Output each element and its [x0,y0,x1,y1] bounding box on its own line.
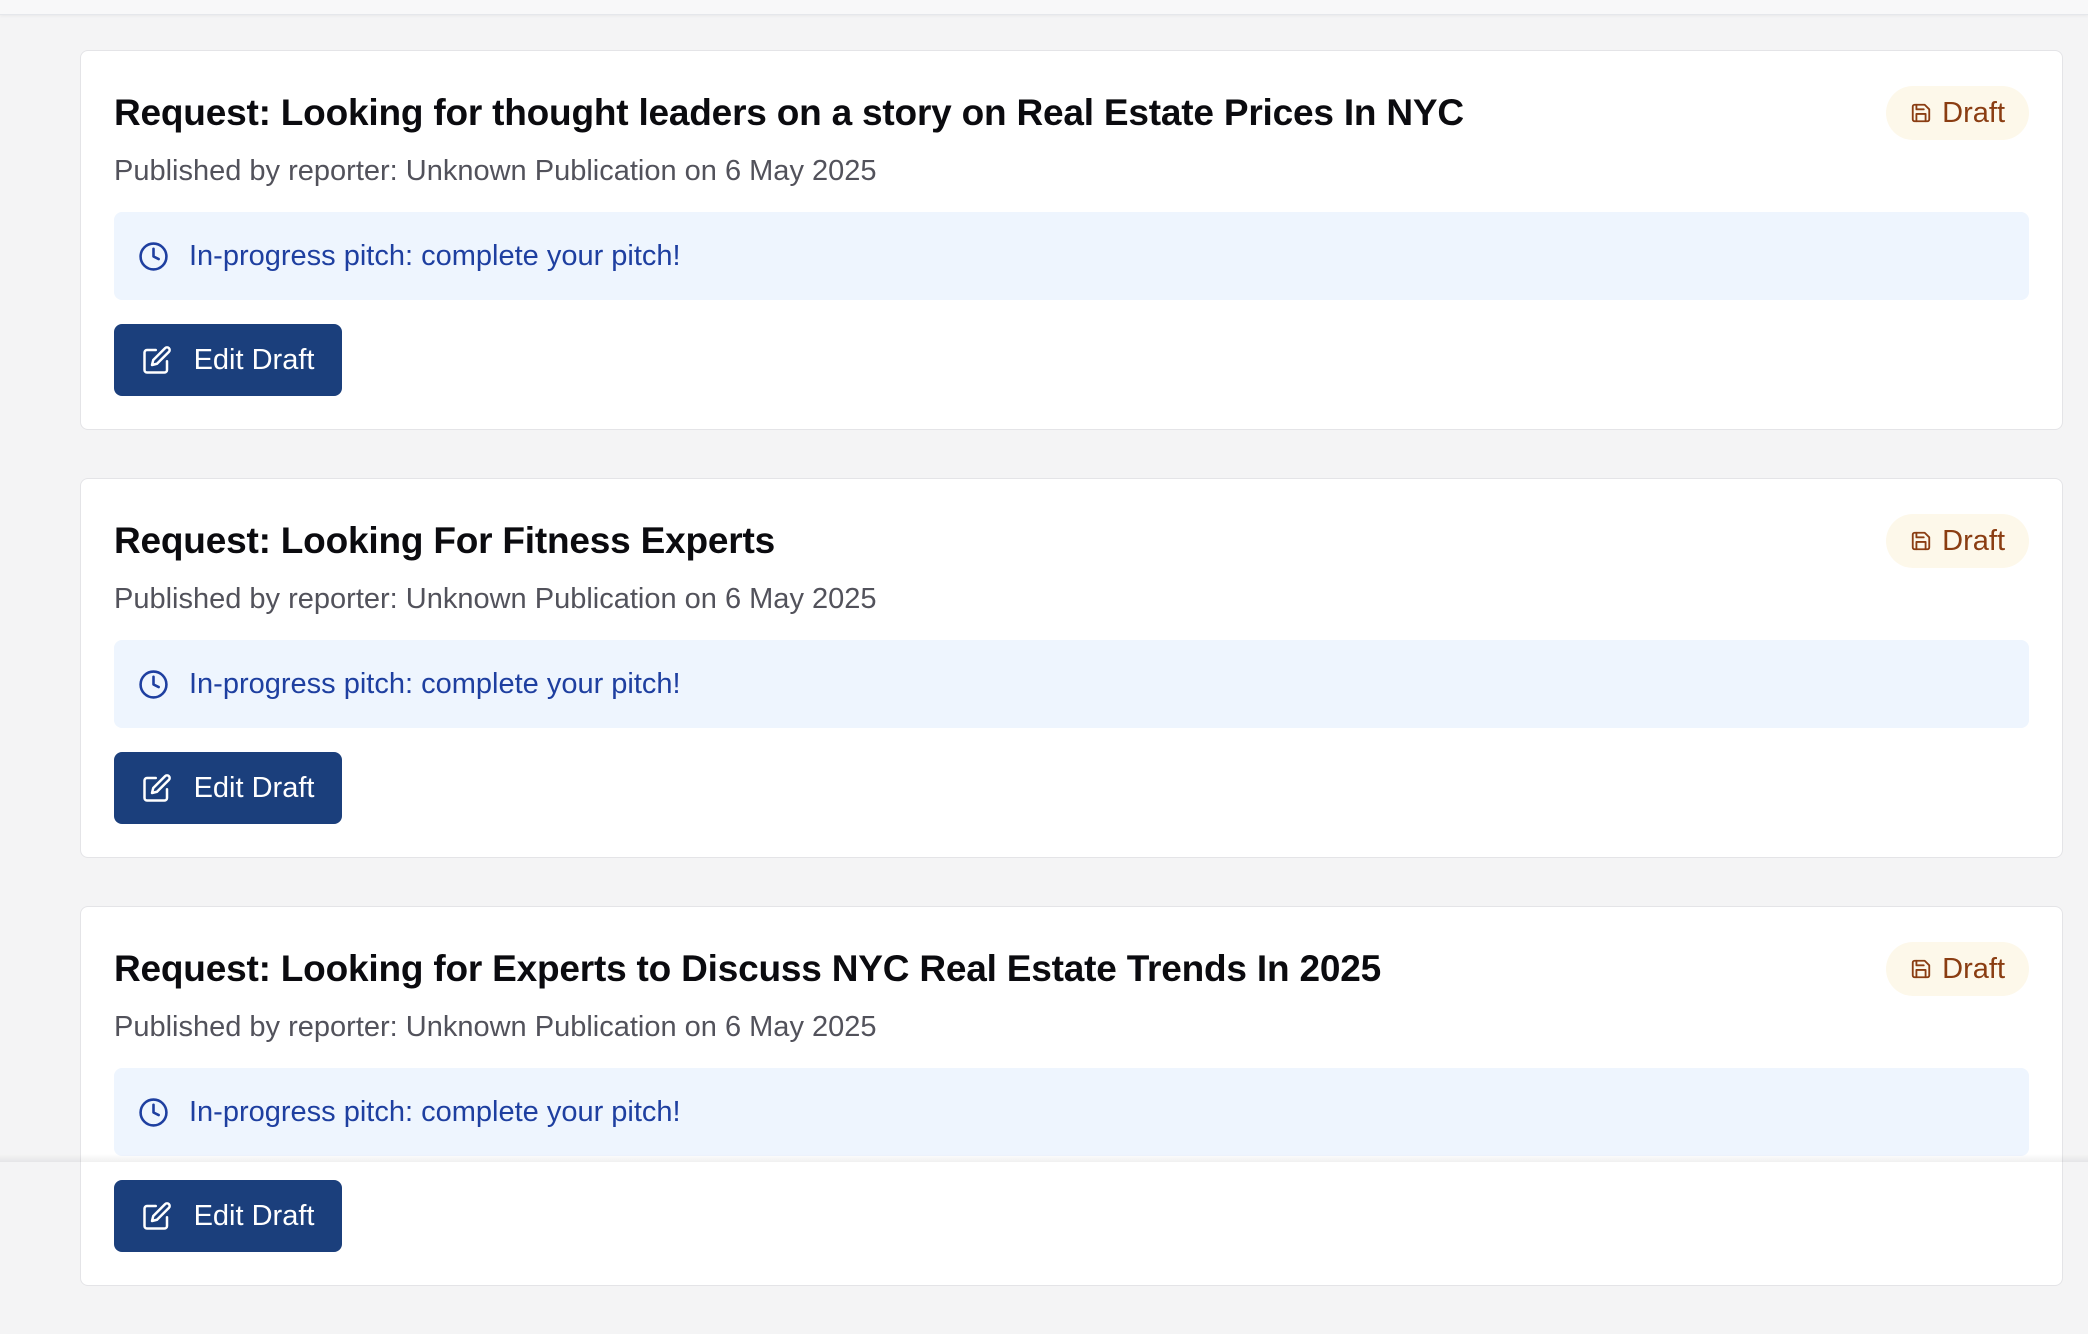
pitch-request-card: Request: Looking for Experts to Discuss … [80,906,2063,1286]
edit-icon [142,773,172,803]
pitch-request-list: Request: Looking for thought leaders on … [80,50,2063,1334]
save-icon [1910,102,1932,124]
card-meta: Published by reporter: Unknown Publicati… [114,155,877,187]
bottom-scroll-fade [0,1154,2088,1162]
draft-status-badge: Draft [1886,86,2029,140]
card-title: Request: Looking for thought leaders on … [114,92,1464,133]
clock-icon [138,241,169,272]
pitch-request-card: Request: Looking For Fitness Experts Pub… [80,478,2063,858]
card-title: Request: Looking for Experts to Discuss … [114,948,1381,989]
clock-icon [138,1097,169,1128]
in-progress-notice: In-progress pitch: complete your pitch! [114,1068,2029,1156]
edit-draft-button[interactable]: Edit Draft [114,1180,342,1252]
draft-status-badge: Draft [1886,942,2029,996]
edit-icon [142,1201,172,1231]
top-header-bar [0,0,2088,15]
draft-status-badge: Draft [1886,514,2029,568]
pitch-request-card: Request: Looking for thought leaders on … [80,50,2063,430]
in-progress-notice: In-progress pitch: complete your pitch! [114,640,2029,728]
in-progress-notice: In-progress pitch: complete your pitch! [114,212,2029,300]
notice-text: In-progress pitch: complete your pitch! [189,239,681,272]
card-meta: Published by reporter: Unknown Publicati… [114,583,877,615]
draft-badge-label: Draft [1942,952,2005,985]
card-title: Request: Looking For Fitness Experts [114,520,775,561]
edit-icon [142,345,172,375]
clock-icon [138,669,169,700]
notice-text: In-progress pitch: complete your pitch! [189,667,681,700]
save-icon [1910,958,1932,980]
edit-draft-label: Edit Draft [193,343,315,376]
notice-text: In-progress pitch: complete your pitch! [189,1095,681,1128]
draft-badge-label: Draft [1942,96,2005,129]
save-icon [1910,530,1932,552]
edit-draft-label: Edit Draft [193,771,315,804]
edit-draft-button[interactable]: Edit Draft [114,752,342,824]
draft-badge-label: Draft [1942,524,2005,557]
card-meta: Published by reporter: Unknown Publicati… [114,1011,877,1043]
edit-draft-label: Edit Draft [193,1199,315,1232]
edit-draft-button[interactable]: Edit Draft [114,324,342,396]
